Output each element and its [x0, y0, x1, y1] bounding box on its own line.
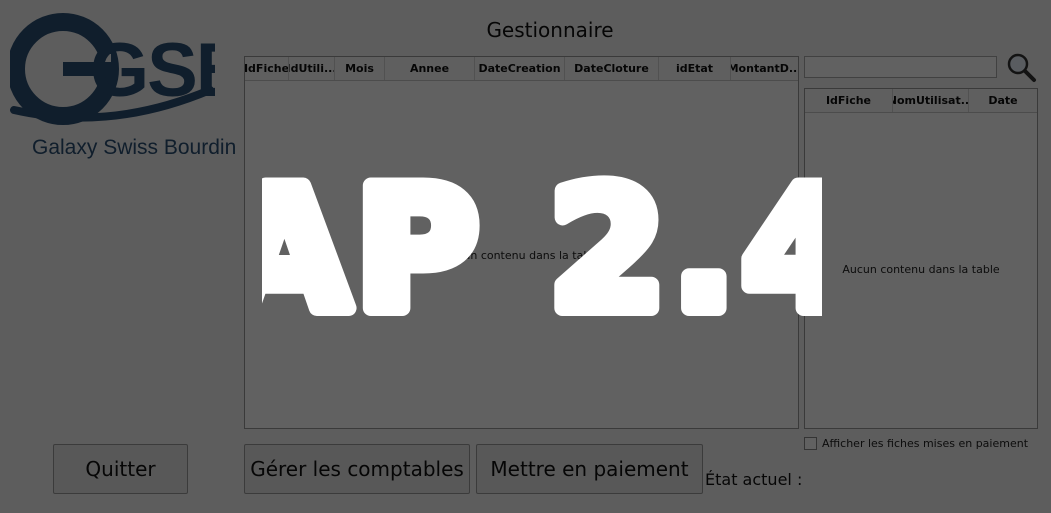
column-header[interactable]: Annee [385, 57, 475, 80]
column-header[interactable]: DateCloture [565, 57, 659, 80]
magnifier-icon [1007, 53, 1036, 82]
manage-accountants-button[interactable]: Gérer les comptables [244, 444, 470, 494]
paid-fiches-table-header: IdFiche NomUtilisat... Date [805, 89, 1037, 113]
show-paid-checkbox[interactable] [804, 437, 817, 450]
page-title: Gestionnaire [486, 18, 614, 42]
column-header[interactable]: IdFiche [245, 57, 289, 80]
show-paid-checkbox-row[interactable]: Afficher les fiches mises en paiement [804, 437, 1028, 450]
logo-caption: Galaxy Swiss Bourdin [32, 136, 237, 159]
set-payment-button[interactable]: Mettre en paiement [476, 444, 703, 494]
column-header[interactable]: Mois [335, 57, 385, 80]
fiches-table[interactable]: IdFiche IdUtili... Mois Annee DateCreati… [244, 56, 799, 429]
search-input[interactable] [804, 56, 997, 78]
empty-table-message: Aucun contenu dans la table [842, 263, 1000, 276]
column-header[interactable]: Date [969, 89, 1037, 112]
search-button[interactable] [1004, 50, 1038, 84]
show-paid-checkbox-label: Afficher les fiches mises en paiement [822, 437, 1029, 450]
column-header[interactable]: MontantD... [731, 57, 798, 80]
gsb-logo: GSB Galaxy Swiss Bourdin [7, 12, 251, 159]
quit-button[interactable]: Quitter [53, 444, 188, 494]
gsb-logo-graphic: GSB [7, 13, 251, 125]
current-state-label: État actuel : [705, 470, 803, 489]
column-header[interactable]: idEtat [659, 57, 731, 80]
column-header[interactable]: DateCreation [475, 57, 565, 80]
column-header[interactable]: IdFiche [805, 89, 893, 112]
logo-letters: GSB [90, 28, 215, 113]
column-header[interactable]: IdUtili... [289, 57, 335, 80]
paid-fiches-table[interactable]: IdFiche NomUtilisat... Date Aucun conten… [804, 88, 1038, 429]
column-header[interactable]: NomUtilisat... [893, 89, 969, 112]
empty-table-message: Aucun contenu dans la table [442, 249, 601, 262]
app-window: GSB Galaxy Swiss Bourdin Gestionnaire Id… [0, 0, 1051, 513]
fiches-table-header: IdFiche IdUtili... Mois Annee DateCreati… [245, 57, 798, 81]
